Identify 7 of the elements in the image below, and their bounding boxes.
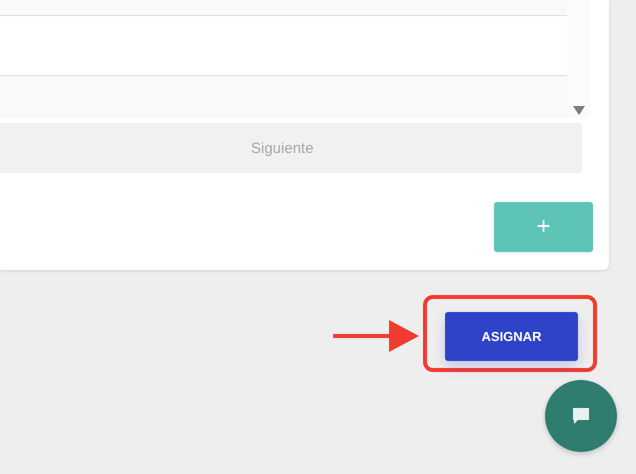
assign-button[interactable]: ASIGNAR xyxy=(445,312,578,361)
scrollbar[interactable] xyxy=(567,0,590,118)
add-button[interactable]: + xyxy=(494,202,593,252)
scroll-down-icon[interactable] xyxy=(572,106,584,115)
next-page-button[interactable]: Siguiente xyxy=(0,123,582,173)
chat-bubble-icon xyxy=(571,406,591,426)
chat-button[interactable] xyxy=(545,380,617,452)
